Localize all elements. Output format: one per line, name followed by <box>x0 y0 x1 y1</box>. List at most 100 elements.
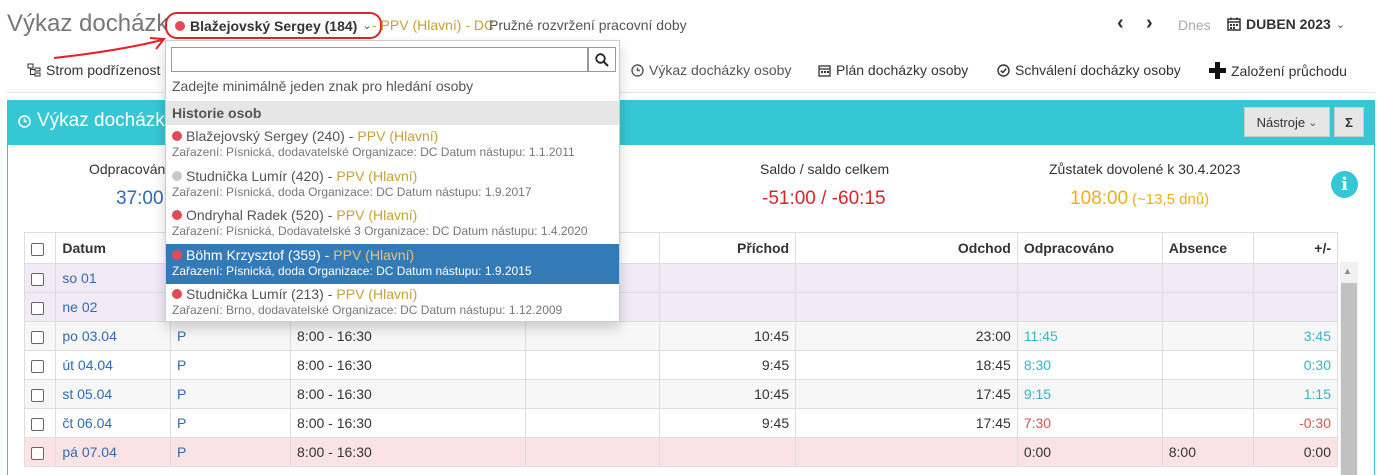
row-date[interactable]: po 03.04 <box>55 321 171 351</box>
new-passage-label: Založení průchodu <box>1231 62 1347 79</box>
row-arrival <box>658 263 797 293</box>
row-absence <box>1161 350 1254 380</box>
person-search-input[interactable] <box>171 47 588 72</box>
table-row[interactable]: út 04.04 P 8:00 - 16:30 9:45 18:45 8:30 0:30 <box>23 350 1339 380</box>
table-row[interactable]: po 03.04 P 8:00 - 16:30 10:45 23:00 11:45 3:45 <box>23 321 1339 351</box>
row-absence <box>1161 379 1254 409</box>
row-checkbox[interactable] <box>31 330 44 344</box>
row-checkbox[interactable] <box>31 388 44 402</box>
row-type[interactable]: P <box>169 321 292 351</box>
table-row[interactable]: st 05.04 P 8:00 - 16:30 10:45 17:45 9:15 1:15 <box>23 379 1339 409</box>
row-type[interactable]: P <box>169 437 292 467</box>
row-select-cell <box>23 350 57 380</box>
person-report-button[interactable]: Výkaz docházky osoby <box>631 62 791 78</box>
col-date[interactable]: Datum <box>55 232 171 264</box>
row-note <box>524 437 660 467</box>
dash-separator: - <box>324 246 330 263</box>
person-approval-button[interactable]: Schválení docházky osoby <box>997 62 1181 78</box>
person-history-line: Studnička Lumír (420) - PPV (Hlavní) <box>172 168 613 184</box>
col-arrival[interactable]: Příchod <box>658 232 797 264</box>
calendar-icon <box>1227 17 1241 31</box>
row-date[interactable]: čt 06.04 <box>55 408 171 438</box>
saldo-label: Saldo / saldo celkem <box>760 161 890 177</box>
row-date[interactable]: so 01 <box>55 263 171 293</box>
row-arrival: 10:45 <box>658 321 797 351</box>
person-plan-button[interactable]: Plán docházky osoby <box>818 62 968 78</box>
search-button[interactable] <box>588 47 616 72</box>
info-icon[interactable]: i <box>1331 171 1358 198</box>
row-departure <box>795 437 1018 467</box>
dash-separator: - <box>327 286 333 302</box>
row-worked: 9:15 <box>1016 379 1163 409</box>
new-passage-button[interactable]: Založení průchodu <box>1209 62 1347 79</box>
row-date[interactable]: st 05.04 <box>55 379 171 409</box>
row-shift: 8:00 - 16:30 <box>290 321 526 351</box>
table-row[interactable]: pá 07.04 P 8:00 - 16:30 0:00 8:00 0:00 <box>23 437 1339 467</box>
col-worked[interactable]: Odpracováno <box>1016 232 1163 264</box>
chevron-left-icon[interactable]: ‹ <box>1117 12 1124 35</box>
row-date[interactable]: ne 02 <box>55 292 171 322</box>
search-icon <box>595 52 609 67</box>
person-history-line: Blažejovský Sergey (240) - PPV (Hlavní) <box>172 128 613 144</box>
table-row[interactable]: čt 06.04 P 8:00 - 16:30 9:45 17:45 7:30 -0:30 <box>23 408 1339 438</box>
row-select-cell <box>23 379 57 409</box>
row-checkbox[interactable] <box>31 272 44 286</box>
person-history-item[interactable]: Böhm Krzysztof (359) - PPV (Hlavní) Zařazen… <box>166 243 619 284</box>
row-note <box>524 379 660 409</box>
row-diff: 0:00 <box>1252 437 1339 467</box>
row-type[interactable]: P <box>169 350 292 380</box>
saldo-value: -51:00 / -60:15 <box>762 188 886 209</box>
select-all-checkbox[interactable] <box>31 242 44 256</box>
col-departure[interactable]: Odchod <box>795 232 1018 264</box>
row-checkbox[interactable] <box>31 359 44 373</box>
row-absence <box>1161 321 1254 351</box>
subordinates-tree-button[interactable]: Strom podřízenost <box>27 62 160 78</box>
row-note <box>524 321 660 351</box>
row-checkbox[interactable] <box>31 417 44 431</box>
row-departure: 17:45 <box>795 379 1018 409</box>
row-date[interactable]: pá 07.04 <box>55 437 171 467</box>
person-history-item[interactable]: Blažejovský Sergey (240) - PPV (Hlavní) Zař… <box>166 125 619 165</box>
col-diff[interactable]: +/- <box>1252 232 1339 264</box>
person-selector[interactable]: Blažejovský Sergey (184) ⌄ <box>165 12 382 39</box>
today-button[interactable]: Dnes <box>1178 17 1211 33</box>
row-select-cell <box>23 408 57 438</box>
row-type[interactable]: P <box>169 408 292 438</box>
row-arrival: 10:45 <box>658 379 797 409</box>
row-arrival: 9:45 <box>658 408 797 438</box>
vacation-value-group: 108:00 (~13,5 dnů) <box>1070 188 1209 210</box>
person-history-item[interactable]: Studnička Lumír (420) - PPV (Hlavní) Zařaze… <box>166 165 619 205</box>
row-checkbox[interactable] <box>31 301 44 315</box>
col-absence[interactable]: Absence <box>1161 232 1254 264</box>
vacation-label: Zůstatek dovolené k 30.4.2023 <box>1049 161 1241 177</box>
status-dot <box>172 210 182 220</box>
row-departure: 23:00 <box>795 321 1018 351</box>
month-selector[interactable]: DUBEN 2023 ⌄ <box>1227 16 1345 32</box>
row-arrival <box>658 292 797 322</box>
page-title: Výkaz docházky <box>7 10 181 37</box>
person-history-contract: PPV (Hlavní) <box>357 128 439 144</box>
row-diff: 1:15 <box>1252 379 1339 409</box>
person-report-label: Výkaz docházky osoby <box>649 62 792 78</box>
chevron-right-icon[interactable]: › <box>1146 12 1153 35</box>
row-checkbox[interactable] <box>31 446 44 460</box>
row-worked: 0:00 <box>1016 437 1163 467</box>
row-diff <box>1252 263 1339 293</box>
sigma-button[interactable]: Σ <box>1334 107 1364 137</box>
vacation-value: 108:00 <box>1070 188 1129 209</box>
row-type[interactable]: P <box>169 379 292 409</box>
row-departure <box>795 292 1018 322</box>
dash-separator: - <box>327 167 333 184</box>
person-history-item[interactable]: Ondryhal Radek (520) - PPV (Hlavní) Zařazen… <box>166 204 619 244</box>
row-diff: 3:45 <box>1252 321 1339 351</box>
scroll-up-icon[interactable]: ▲ <box>1343 266 1352 276</box>
person-name: Blažejovský Sergey (184) <box>190 17 358 34</box>
scrollbar-thumb[interactable] <box>1341 283 1357 475</box>
row-date[interactable]: út 04.04 <box>55 350 171 380</box>
dash-separator: - <box>348 128 354 144</box>
person-history-item[interactable]: Studnička Lumír (213) - PPV (Hlavní) Zařaze… <box>166 283 619 323</box>
row-shift: 8:00 - 16:30 <box>290 437 526 467</box>
person-history-line: Ondryhal Radek (520) - PPV (Hlavní) <box>172 207 613 223</box>
tools-dropdown-button[interactable]: Nástroje ⌄ <box>1244 107 1330 137</box>
row-departure: 17:45 <box>795 408 1018 438</box>
